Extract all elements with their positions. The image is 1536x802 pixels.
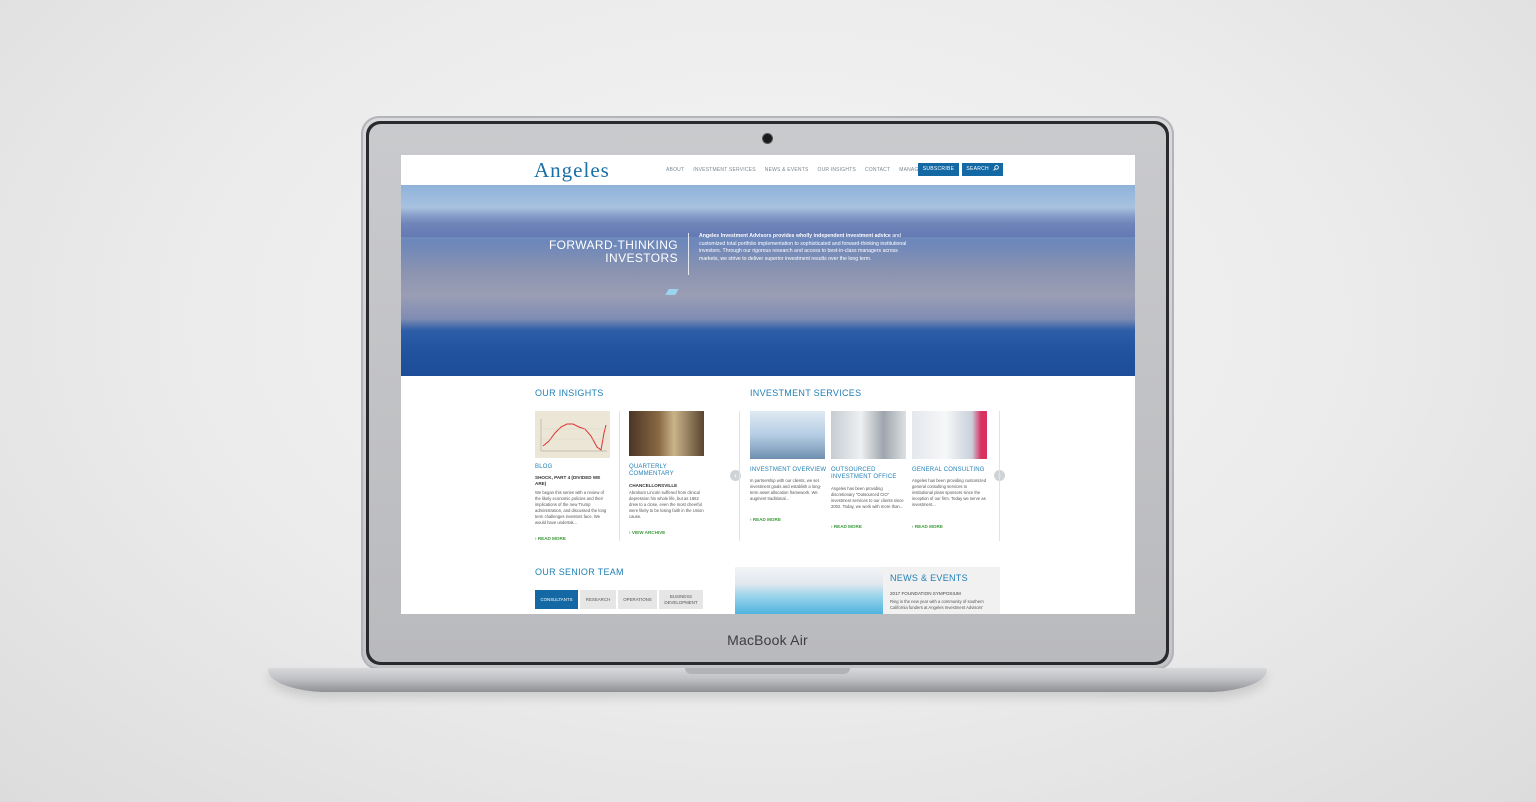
nav-item-our-insights[interactable]: OUR INSIGHTS (817, 167, 856, 173)
consulting-read-more-link[interactable]: › READ MORE (912, 524, 943, 529)
search-icon (992, 165, 999, 171)
hero-divider (688, 233, 689, 275)
office-interior-image (735, 567, 883, 614)
hero-banner: FORWARD-THINKING INVESTORS Angeles Inves… (401, 185, 1135, 376)
laptop-base (268, 668, 1267, 692)
hero-title: FORWARD-THINKING INVESTORS (521, 239, 678, 265)
camera-icon (763, 134, 772, 143)
card-category-quarterly[interactable]: QUARTERLY COMMENTARY (629, 464, 705, 478)
blog-read-more-link[interactable]: › READ MORE (535, 536, 566, 541)
services-divider-left (739, 411, 740, 541)
nav-item-contact[interactable]: CONTACT (865, 167, 890, 173)
search-button-label: SEARCH (966, 166, 989, 172)
card-body-overview: In partnership with our clients, we set … (750, 478, 822, 501)
overview-read-more-link[interactable]: › READ MORE (750, 517, 781, 522)
card-body-blog: We began this series with a review of th… (535, 490, 607, 525)
services-divider-right (999, 411, 1000, 541)
card-category-overview[interactable]: INVESTMENT OVERVIEW (750, 467, 826, 474)
card-category-blog[interactable]: BLOG (535, 464, 552, 471)
team-title: OUR SENIOR TEAM (535, 567, 624, 577)
overview-read-more-label: READ MORE (752, 517, 781, 522)
outsourced-read-more-link[interactable]: › READ MORE (831, 524, 862, 529)
news-title: NEWS & EVENTS (890, 573, 968, 583)
insights-divider (619, 411, 620, 541)
search-button[interactable]: SEARCH (962, 163, 1003, 176)
outsourced-read-more-label: READ MORE (833, 524, 862, 529)
site-header: Angeles ABOUT INVESTMENT SERVICES NEWS &… (401, 155, 1135, 186)
conference-room-thumbnail[interactable] (912, 411, 987, 459)
main-nav: ABOUT INVESTMENT SERVICES NEWS & EVENTS … (666, 167, 929, 173)
insights-title: OUR INSIGHTS (535, 388, 604, 398)
card-body-consulting: Angeles has been providing customized ge… (912, 478, 987, 507)
nav-item-investment-services[interactable]: INVESTMENT SERVICES (693, 167, 756, 173)
tab-research[interactable]: RESEARCH (580, 590, 616, 609)
view-archive-link[interactable]: › VIEW ARCHIVE (629, 530, 665, 535)
card-body-outsourced: Angeles has been providing discretionary… (831, 486, 904, 509)
hero-description-bold: Angeles Investment Advisors provides who… (699, 233, 891, 239)
card-subtitle-blog: SHOCK, PART 4 (DIVIDED WE ARE) (535, 475, 601, 486)
site-logo[interactable]: Angeles (534, 158, 610, 183)
lincoln-painting-thumbnail[interactable] (629, 411, 704, 456)
office-hallway-thumbnail[interactable] (831, 411, 906, 459)
tab-consultants[interactable]: CONSULTANTS (535, 590, 578, 609)
office-view-thumbnail[interactable] (750, 411, 825, 459)
news-item-title[interactable]: 2017 FOUNDATION SYMPOSIUM (890, 591, 961, 596)
website-screen: Angeles ABOUT INVESTMENT SERVICES NEWS &… (401, 155, 1135, 614)
news-events-panel: NEWS & EVENTS 2017 FOUNDATION SYMPOSIUM … (883, 567, 1000, 614)
card-category-outsourced[interactable]: OUTSOURCED INVESTMENT OFFICE (831, 467, 907, 481)
card-body-quarterly: Abraham Lincoln suffered from clinical d… (629, 490, 704, 519)
tab-operations[interactable]: OPERATIONS (618, 590, 657, 609)
consulting-read-more-label: READ MORE (914, 524, 943, 529)
chevron-left-icon: ‹ (734, 471, 737, 480)
device-label: MacBook Air (727, 632, 808, 648)
card-subtitle-quarterly: CHANCELLORSVILLE (629, 483, 678, 488)
news-item-body: Ring in the new year with a community of… (890, 599, 984, 610)
view-archive-label: VIEW ARCHIVE (631, 530, 666, 535)
subscribe-button[interactable]: SUBSCRIBE (918, 163, 959, 176)
hero-title-line2: INVESTORS (605, 251, 678, 265)
tab-business-development[interactable]: BUSINESS DEVELOPMENT (659, 590, 703, 609)
lid-notch (685, 668, 850, 674)
services-title: INVESTMENT SERVICES (750, 388, 862, 398)
nav-item-news-events[interactable]: NEWS & EVENTS (765, 167, 809, 173)
blog-chart-thumbnail[interactable] (535, 411, 610, 458)
hero-description: Angeles Investment Advisors provides who… (699, 233, 914, 263)
blog-read-more-label: READ MORE (537, 536, 566, 541)
hero-marker (665, 289, 679, 295)
nav-item-about[interactable]: ABOUT (666, 167, 684, 173)
card-category-consulting[interactable]: GENERAL CONSULTING (912, 467, 985, 474)
